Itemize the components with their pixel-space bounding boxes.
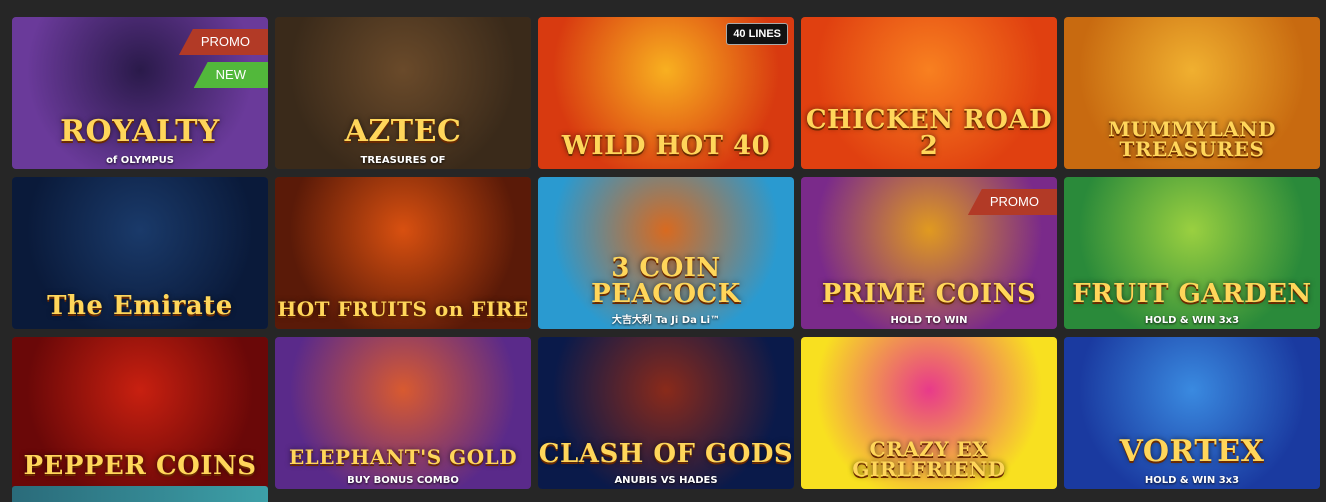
game-subtitle: HOLD & WIN 3x3	[1144, 315, 1240, 326]
game-subtitle: 大吉大利 Ta Ji Da Li™	[611, 315, 721, 326]
game-title: MUMMYLAND TREASURES	[1108, 117, 1276, 161]
game-tile[interactable]: FRUIT GARDEN HOLD & WIN 3x3	[1064, 177, 1320, 329]
promo-badge: PROMO	[178, 29, 268, 55]
game-tile[interactable]: MUMMYLAND TREASURES	[1064, 17, 1320, 169]
game-title: FRUIT GARDEN	[1072, 279, 1312, 309]
game-title: CLASH OF GODS	[538, 439, 794, 469]
game-tile[interactable]: CLASH OF GODS ANUBIS VS HADES	[538, 337, 794, 489]
game-title: HOT FRUITS on FIRE	[277, 297, 529, 321]
game-subtitle: HOLD & WIN 3x3	[1144, 475, 1240, 486]
game-subtitle: of OLYMPUS	[106, 155, 174, 166]
game-title: ROYALTY	[60, 114, 220, 149]
game-tile[interactable]: ELEPHANT'S GOLD BUY BONUS COMBO	[275, 337, 531, 489]
next-row-tile-peek[interactable]	[12, 486, 268, 502]
game-grid: ROYALTY of OLYMPUS PROMO NEW AZTEC TREASURES …	[12, 17, 1322, 489]
game-title: ELEPHANT'S GOLD	[288, 445, 518, 469]
game-subtitle: TREASURES OF	[360, 155, 446, 166]
game-title: CHICKEN ROAD 2	[805, 105, 1053, 161]
game-title: CRAZY EX GIRLFRIEND	[852, 437, 1006, 481]
game-tile[interactable]: ROYALTY of OLYMPUS PROMO NEW	[12, 17, 268, 169]
game-tile[interactable]: HOT FRUITS on FIRE	[275, 177, 531, 329]
game-title: WILD HOT 40	[561, 131, 771, 161]
game-subtitle: BUY BONUS COMBO	[347, 475, 459, 486]
game-subtitle: HOLD TO WIN	[890, 315, 968, 326]
game-title: VORTEX	[1119, 434, 1265, 469]
game-tile[interactable]: WILD HOT 40 40 LINES	[538, 17, 794, 169]
game-tile[interactable]: PEPPER COINS	[12, 337, 268, 489]
game-tile[interactable]: PRIME COINS HOLD TO WIN PROMO	[801, 177, 1057, 329]
game-tile[interactable]: AZTEC TREASURES OF	[275, 17, 531, 169]
game-tile[interactable]: 3 COIN PEACOCK 大吉大利 Ta Ji Da Li™	[538, 177, 794, 329]
game-title: AZTEC	[344, 114, 462, 149]
game-subtitle: ANUBIS VS HADES	[614, 475, 718, 486]
game-tile[interactable]: The Emirate	[12, 177, 268, 329]
game-title: 3 COIN PEACOCK	[591, 253, 741, 309]
game-tile[interactable]: CRAZY EX GIRLFRIEND	[801, 337, 1057, 489]
game-title: PRIME COINS	[821, 279, 1037, 309]
40-lines-badge: 40 LINES	[726, 23, 788, 45]
game-title: The Emirate	[47, 291, 233, 321]
game-tile[interactable]: VORTEX HOLD & WIN 3x3	[1064, 337, 1320, 489]
promo-badge: PROMO	[967, 189, 1057, 215]
game-tile[interactable]: CHICKEN ROAD 2	[801, 17, 1057, 169]
game-title: PEPPER COINS	[23, 451, 257, 481]
